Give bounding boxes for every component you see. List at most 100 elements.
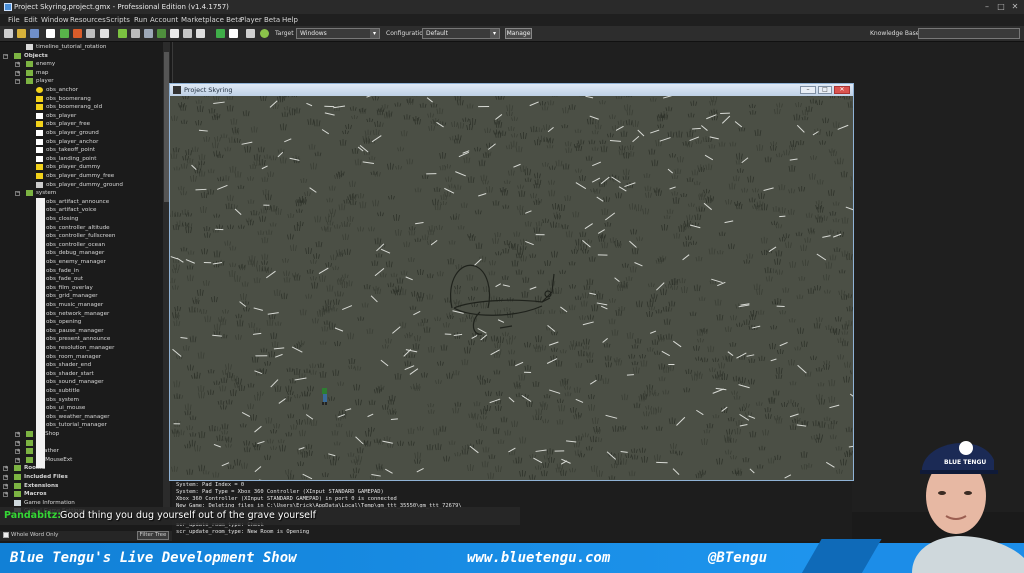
build-icon[interactable] [100,29,109,38]
menu-account[interactable]: Account [150,15,178,25]
sound-icon[interactable] [131,29,140,38]
game-window-title-bar[interactable]: Project Skyring – □ ✕ [170,84,853,96]
tree-object-item[interactable]: obs_takeoff_point [0,146,162,155]
game-maximize-icon[interactable]: □ [818,86,832,94]
tree-group-item[interactable]: + Extensions [0,482,162,491]
tree-object-item[interactable]: obs_player_anchor [0,138,162,147]
tree-object-item[interactable]: obs_network_manager [0,310,162,319]
save-icon[interactable] [30,29,39,38]
menu-marketplace[interactable]: Marketplace Beta [181,15,242,25]
target-select[interactable]: Windows ▾ [296,28,380,39]
tree-folder-objects[interactable]: − Objects [0,52,162,61]
path-icon[interactable] [157,29,166,38]
tree-object-item[interactable]: obs_present_announce [0,335,162,344]
tree-object-item[interactable]: obs_boomerang_old [0,103,162,112]
close-icon[interactable]: ✕ [1010,3,1020,11]
tree-object-item[interactable]: obs_grid_manager [0,292,162,301]
tree-object-item[interactable]: obs_artifact_announce [0,198,162,207]
tree-item-timeline[interactable]: timeline_tutorial_rotation [0,43,162,52]
menu-resources[interactable]: Resources [70,15,106,25]
tree-group-item[interactable]: + Included Files [0,473,162,482]
clean-icon[interactable] [86,29,95,38]
tree-object-item[interactable]: obs_player [0,112,162,121]
tree-object-item[interactable]: obs_debug_manager [0,249,162,258]
tree-object-item[interactable]: obs_resolution_manager [0,344,162,353]
tree-group-item[interactable]: + Rooms [0,464,162,473]
run-icon[interactable] [60,29,69,38]
expand-icon[interactable]: + [15,432,20,437]
tree-object-item[interactable]: obs_player_ground [0,129,162,138]
create-exe-icon[interactable] [46,29,55,38]
expand-icon[interactable]: + [15,457,20,463]
collapse-icon[interactable]: − [15,79,20,85]
tree-object-item[interactable]: obs_opening [0,318,162,327]
tree-object-item[interactable]: obs_landing_point [0,155,162,164]
menu-scripts[interactable]: Scripts [106,15,130,25]
game-info-icon[interactable] [246,29,255,38]
tree-object-item[interactable]: obs_player_free [0,120,162,129]
tree-object-item[interactable]: obs_ui_mouse [0,404,162,413]
whole-word-checkbox[interactable] [3,532,9,538]
expand-icon[interactable]: + [3,483,8,489]
tree-object-item[interactable]: obs_music_manager [0,301,162,310]
game-close-icon[interactable]: ✕ [834,86,850,94]
chevron-down-icon[interactable]: ▾ [370,29,379,38]
tree-object-item[interactable]: obs_boomerang [0,95,162,104]
tree-object-item[interactable]: obs_film_overlay [0,284,162,293]
manage-button[interactable]: Manage [505,28,532,39]
knowledge-base-input[interactable] [918,28,1020,39]
tree-object-item[interactable]: obs_player_dummy_free [0,172,162,181]
expand-icon[interactable]: + [3,466,8,472]
tree-folder-item[interactable]: + sysShop [0,430,162,439]
game-window[interactable]: Project Skyring – □ ✕ [169,83,854,481]
tree-object-item[interactable]: obs_shader_end [0,361,162,370]
menu-help[interactable]: Help [282,15,298,25]
tree-object-item[interactable]: obs_shader_start [0,370,162,379]
expand-icon[interactable]: + [15,70,20,76]
configuration-select[interactable]: Default ▾ [422,28,500,39]
tree-object-item[interactable]: obs_pause_manager [0,327,162,336]
settings-icon[interactable] [260,29,269,38]
open-project-icon[interactable] [17,29,26,38]
tree-object-item[interactable]: obs_controller_ocean [0,241,162,250]
expand-icon[interactable]: + [3,475,8,480]
sprite-icon[interactable] [118,29,127,38]
tree-folder-item[interactable]: + GMMouseExt [0,456,162,465]
tree-object-item[interactable]: obs_player_dummy [0,163,162,172]
tree-object-item[interactable]: obs_room_manager [0,353,162,362]
minimize-icon[interactable]: – [982,3,992,11]
expand-icon[interactable]: + [3,492,8,498]
tree-object-item[interactable]: obs_controller_altitude [0,224,162,233]
expand-icon[interactable]: + [15,62,20,68]
tree-object-item[interactable]: obs_enemy_manager [0,258,162,267]
tree-object-item[interactable]: obs_anchor [0,86,162,95]
tree-object-item[interactable]: obs_artifact_voice [0,206,162,215]
script-icon[interactable] [170,29,179,38]
tree-group-item[interactable]: + Macros [0,490,162,499]
menu-run[interactable]: Run [134,15,147,25]
collapse-icon[interactable]: − [15,191,20,197]
shader-icon[interactable] [183,29,192,38]
collapse-icon[interactable]: − [3,53,8,59]
tree-object-item[interactable]: obs_player_dummy_ground [0,181,162,190]
tree-object-item[interactable]: obs_controller_fullscreen [0,232,162,241]
new-project-icon[interactable] [4,29,13,38]
game-canvas[interactable] [170,96,853,480]
tree-object-item[interactable]: obs_fade_in [0,267,162,276]
tree-object-item[interactable]: obs_weather_manager [0,413,162,422]
tree-folder-system[interactable]: − system [0,189,162,198]
expand-icon[interactable]: + [15,440,20,446]
menu-file[interactable]: File [8,15,20,25]
background-icon[interactable] [144,29,153,38]
object-icon[interactable] [216,29,225,38]
maximize-icon[interactable]: □ [996,3,1006,11]
tree-object-item[interactable]: obs_fade_out [0,275,162,284]
chevron-down-icon[interactable]: ▾ [490,29,499,38]
debug-icon[interactable] [73,29,82,38]
tree-object-item[interactable]: obs_closing [0,215,162,224]
tree-folder-item[interactable]: + weather [0,447,162,456]
tree-object-item[interactable]: obs_tutorial_manager [0,421,162,430]
tree-object-item[interactable]: obs_system [0,396,162,405]
game-minimize-icon[interactable]: – [800,86,816,94]
filter-tree-button[interactable]: Filter Tree [137,531,169,540]
